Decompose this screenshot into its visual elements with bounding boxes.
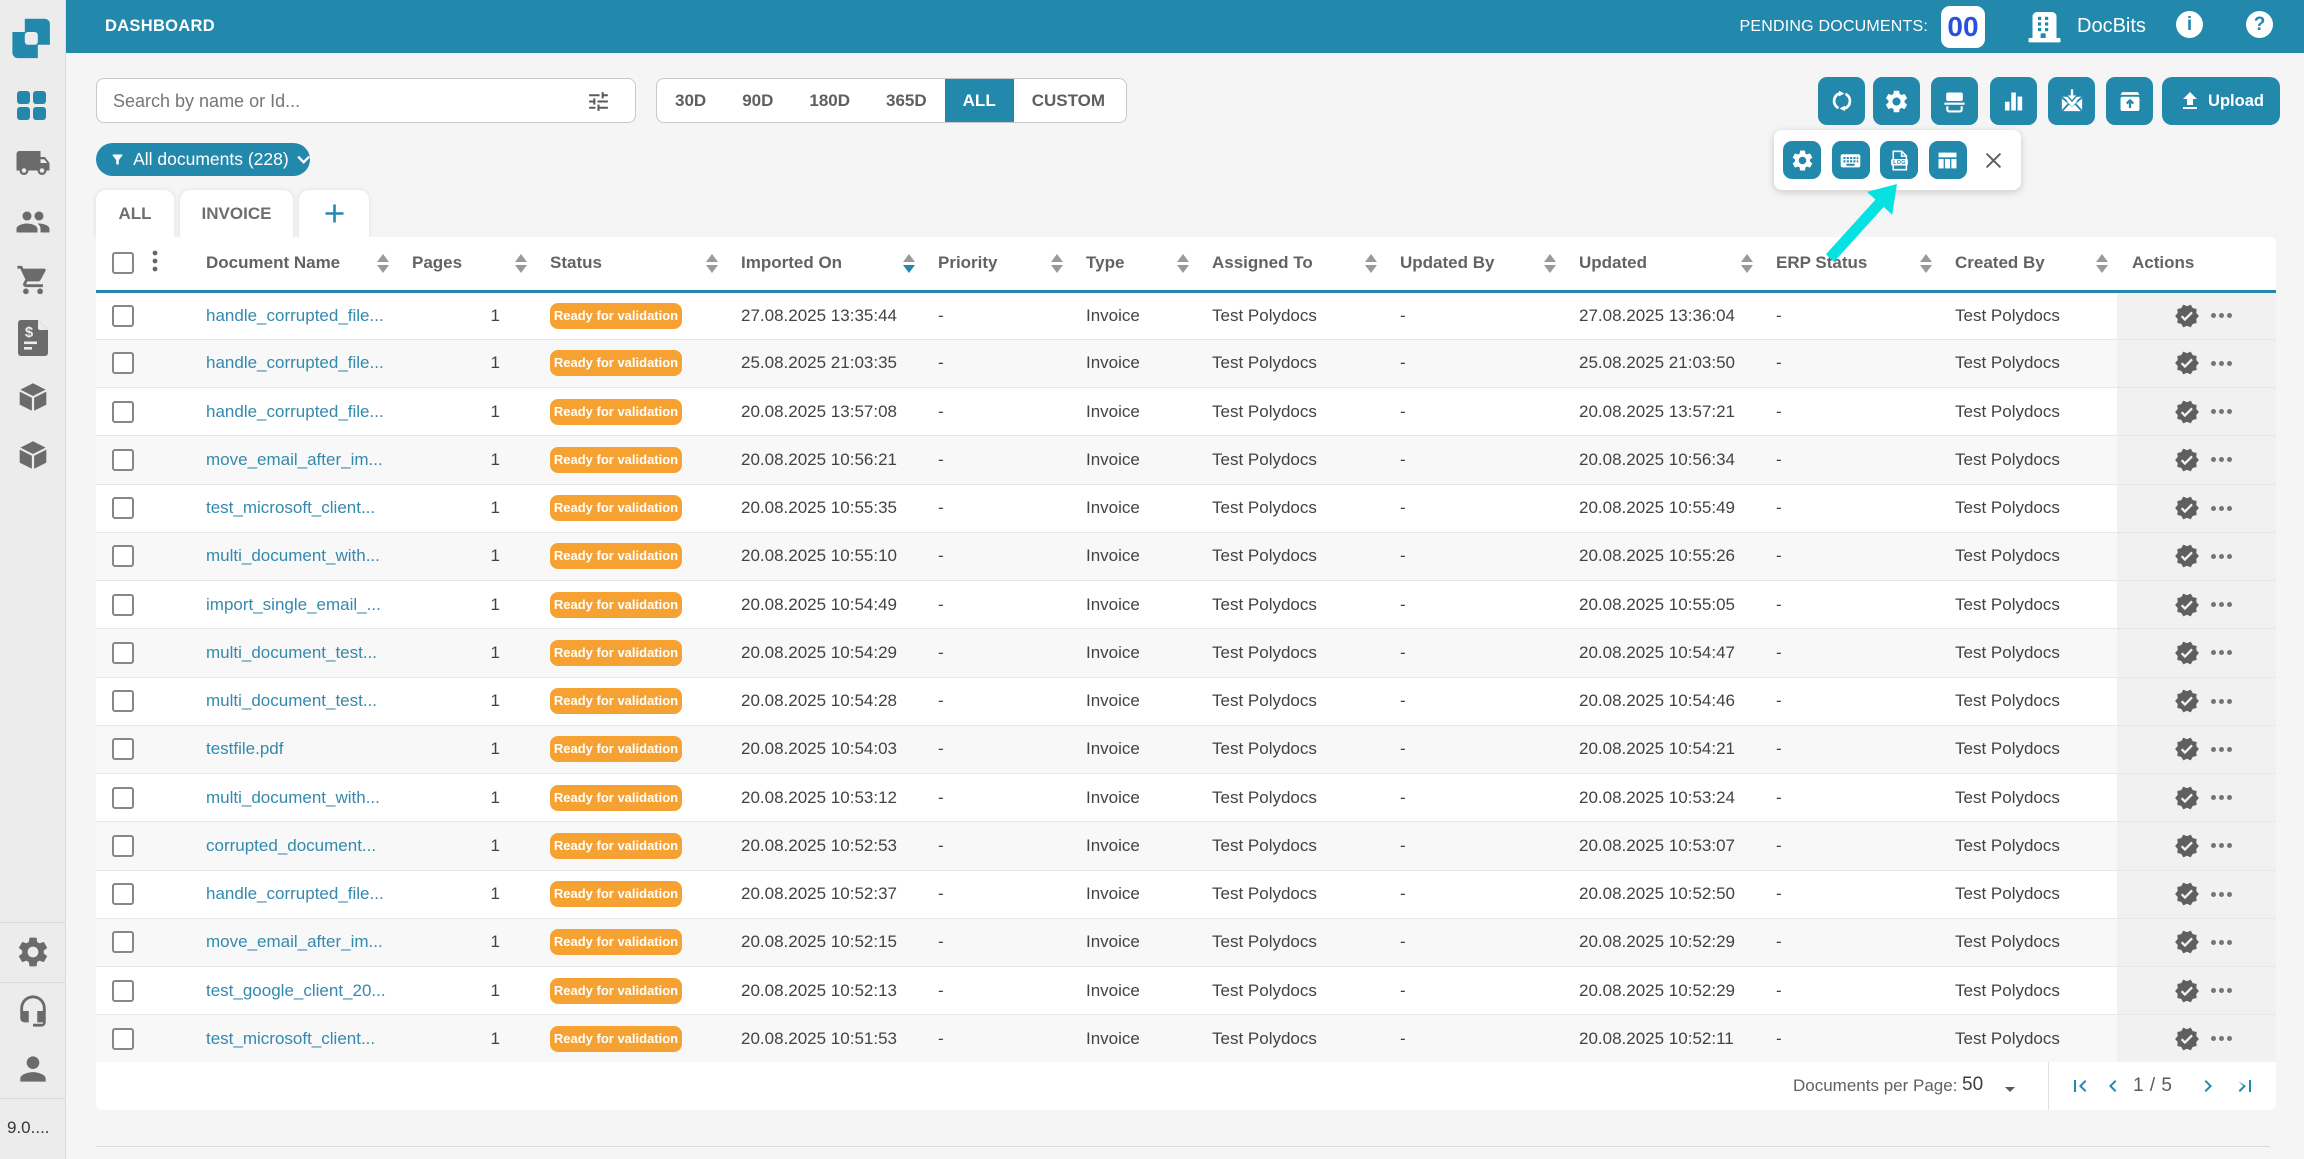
svg-text:LOG: LOG	[1893, 160, 1906, 166]
svg-text:$: $	[24, 324, 33, 341]
